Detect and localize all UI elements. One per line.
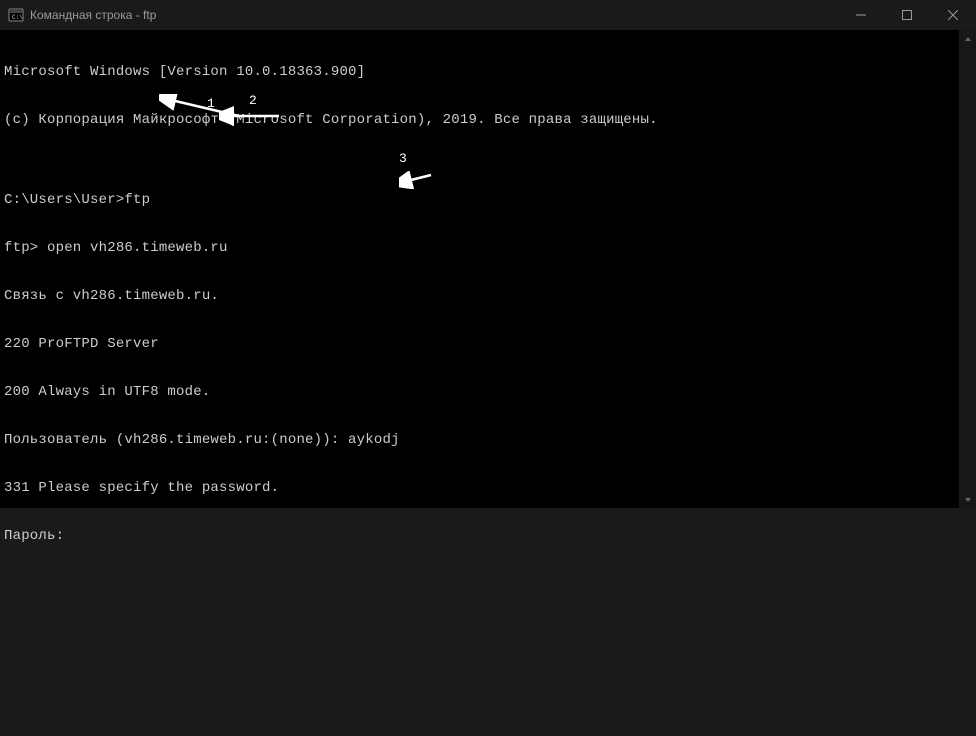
terminal-line: 331 Please specify the password. [4,480,972,496]
close-button[interactable] [930,0,976,30]
cmd-icon: C:\ [8,7,24,23]
annotation-3: 3 [365,155,399,219]
window-title: Командная строка - ftp [30,8,838,22]
titlebar: C:\ Командная строка - ftp [0,0,976,30]
annotation-label: 2 [249,93,257,109]
minimize-button[interactable] [838,0,884,30]
window-controls [838,0,976,30]
terminal-line: 200 Always in UTF8 mode. [4,384,972,400]
terminal-line: ftp> open vh286.timeweb.ru [4,240,972,256]
terminal-line: 220 ProFTPD Server [4,336,972,352]
annotation-label: 3 [399,151,407,167]
annotation-1: 1 [125,78,159,142]
scroll-up-button[interactable] [959,30,976,47]
terminal-line: Пользователь (vh286.timeweb.ru:(none)): … [4,432,972,448]
terminal-output[interactable]: Microsoft Windows [Version 10.0.18363.90… [0,30,976,508]
scrollbar[interactable] [959,30,976,508]
terminal-line: Microsoft Windows [Version 10.0.18363.90… [4,64,972,80]
terminal-line: Связь с vh286.timeweb.ru. [4,288,972,304]
scroll-down-button[interactable] [959,491,976,508]
terminal-line: C:\Users\User>ftp [4,192,972,208]
terminal-line: (c) Корпорация Майкрософт (Microsoft Cor… [4,112,972,128]
annotation-label: 1 [207,96,215,112]
maximize-button[interactable] [884,0,930,30]
terminal-line: Пароль: [4,528,972,544]
svg-text:C:\: C:\ [12,14,23,21]
